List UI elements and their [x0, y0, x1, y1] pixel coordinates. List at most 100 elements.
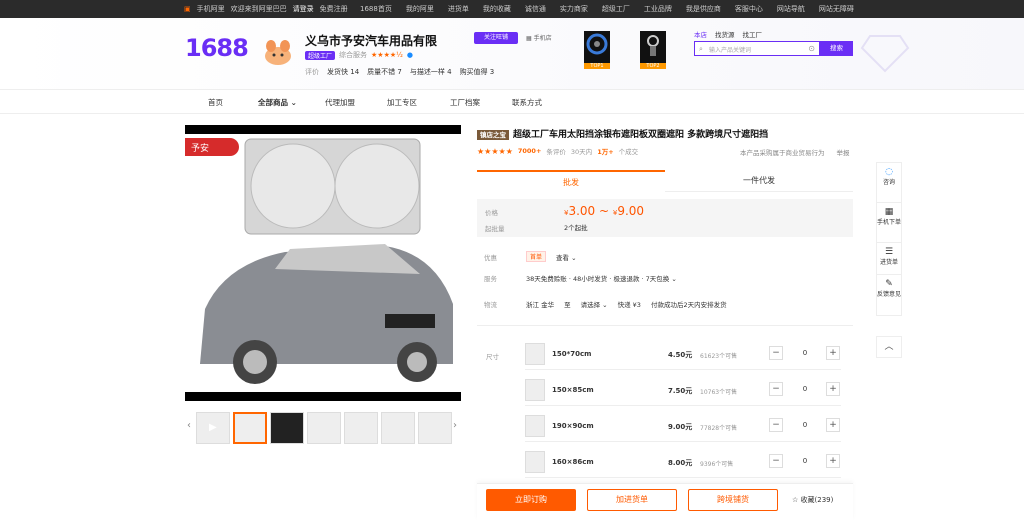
sku-stock: 77828个可售 — [700, 425, 738, 432]
tab-wholesale[interactable]: 批发 — [477, 170, 665, 192]
qty-plus-button[interactable]: + — [826, 382, 840, 396]
side-feedback[interactable]: ✎ 反馈意见 — [877, 275, 901, 315]
qty-input[interactable]: 0 — [787, 454, 823, 468]
site-logo[interactable]: 1688 — [185, 34, 249, 62]
qty-minus-button[interactable]: − — [769, 346, 783, 360]
add-to-cart-button[interactable]: 加进货单 — [587, 489, 677, 511]
order-now-button[interactable]: 立即订购 — [486, 489, 576, 511]
favorite-button[interactable]: ☆ 收藏(239) — [792, 495, 833, 505]
thumbnail-4[interactable] — [344, 412, 378, 444]
price-label: 价格 — [485, 209, 498, 217]
sku-thumbnail — [525, 343, 545, 365]
discount-view[interactable]: 查看 ⌄ — [556, 252, 577, 262]
qty-input[interactable]: 0 — [787, 382, 823, 396]
camera-icon[interactable]: ⊙ — [808, 44, 815, 53]
mobile-icon[interactable]: ▣ — [184, 5, 191, 13]
shop-stats: 评价 发货快 14 质量不错 7 与描述一样 4 购买值得 3 — [305, 67, 494, 77]
qty-minus-button[interactable]: − — [769, 382, 783, 396]
sku-name: 190×90cm — [552, 422, 594, 430]
chevron-right-icon[interactable]: › — [453, 420, 457, 431]
topbar-link-supplier[interactable]: 我是供应商 — [686, 4, 721, 14]
search-tab-factory[interactable]: 找工厂 — [743, 29, 763, 39]
topbar-link-trust[interactable]: 诚信通 — [525, 4, 546, 14]
follow-shop-button[interactable]: 关注旺铺 — [474, 32, 518, 44]
sku-row: 160×86cm 8.00元 9396个可售 − 0 + — [525, 448, 841, 478]
nav-home[interactable]: 首页 — [208, 97, 223, 108]
sku-name: 150×85cm — [552, 386, 594, 394]
register-link[interactable]: 免费注册 — [320, 4, 348, 14]
promo-tag-1: TOP1 — [584, 63, 610, 69]
search-tab-shop[interactable]: 本店 — [694, 29, 707, 39]
cross-border-button[interactable]: 跨境铺货 — [688, 489, 778, 511]
sku-thumbnail — [525, 379, 545, 401]
deal-period: 30天内 — [570, 148, 593, 156]
shop-avatar[interactable] — [262, 38, 294, 66]
topbar-link-industrial[interactable]: 工业品牌 — [644, 4, 672, 14]
nav-factory[interactable]: 工厂档案 — [450, 97, 480, 108]
service-value[interactable]: 38天免费赊账 · 48小时发货 · 极速退款 · 7天包换 ⌄ — [526, 273, 677, 283]
topbar-link-merchants[interactable]: 实力商家 — [560, 4, 588, 14]
side-mobile-order[interactable]: ▦ 手机下单 — [877, 203, 901, 243]
thumbnail-3[interactable] — [307, 412, 341, 444]
topbar-link-accessibility[interactable]: 网站无障碍 — [819, 4, 854, 14]
search-tab-source[interactable]: 找货源 — [715, 29, 735, 39]
moq-value: 2个起批 — [564, 224, 588, 232]
thumbnail-video[interactable]: ▶ — [196, 412, 230, 444]
shop-name[interactable]: 义乌市予安汽车用品有限 — [305, 32, 437, 49]
side-consult[interactable]: ◌ 咨询 — [877, 163, 901, 203]
nav-all-products[interactable]: 全部商品 ⌄ — [258, 97, 297, 108]
verified-icon: ● — [406, 51, 414, 59]
report-link[interactable]: 举报 — [837, 147, 850, 157]
ship-to-select[interactable]: 请选择 ⌄ — [581, 299, 608, 309]
review-label: 条评价 — [546, 148, 566, 156]
review-count[interactable]: 7000+ — [518, 147, 542, 155]
sku-label: 尺寸 — [486, 353, 499, 361]
ship-to-label: 至 — [564, 301, 571, 309]
search-input[interactable]: ⌕ 输入产品关键词 ⊙ — [694, 41, 820, 56]
topbar-link-super-factory[interactable]: 超级工厂 — [602, 4, 630, 14]
qty-minus-button[interactable]: − — [769, 418, 783, 432]
back-to-top-button[interactable]: ︿ — [876, 336, 902, 358]
sku-name: 160×86cm — [552, 458, 594, 466]
qty-input[interactable]: 0 — [787, 346, 823, 360]
thumbnail-6[interactable] — [418, 412, 452, 444]
product-stars: ★★★★★ — [477, 146, 513, 156]
topbar-link-favorites[interactable]: 我的收藏 — [483, 4, 511, 14]
nav-contact[interactable]: 联系方式 — [512, 97, 542, 108]
qty-input[interactable]: 0 — [787, 418, 823, 432]
topbar-link-home[interactable]: 1688首页 — [360, 4, 392, 14]
thumbnail-1[interactable] — [233, 412, 267, 444]
qty-plus-button[interactable]: + — [826, 454, 840, 468]
topbar-link-cart[interactable]: 进货单 — [448, 4, 469, 14]
thumbnail-2[interactable] — [270, 412, 304, 444]
qty-plus-button[interactable]: + — [826, 418, 840, 432]
thumbnail-5[interactable] — [381, 412, 415, 444]
tab-dropship[interactable]: 一件代发 — [665, 170, 853, 192]
side-cart[interactable]: ☰ 进货单 — [877, 243, 901, 275]
stat-worth-buying: 购买值得 3 — [459, 68, 495, 76]
nav-processing[interactable]: 加工专区 — [387, 97, 417, 108]
topbar-link-sitemap[interactable]: 网站导航 — [777, 4, 805, 14]
qty-minus-button[interactable]: − — [769, 454, 783, 468]
shop-header: 1688 义乌市予安汽车用品有限 超级工厂 综合服务 ★★★★½ ● 评价 发货… — [0, 18, 1024, 90]
mobile-link[interactable]: 手机阿里 — [197, 4, 225, 14]
nav-agency[interactable]: 代理加盟 — [325, 97, 355, 108]
divider — [477, 325, 853, 326]
promo-banner-2[interactable]: TOP2 — [640, 31, 666, 69]
mobile-shop-link[interactable]: ▦ 手机店 — [526, 33, 552, 42]
qr-code-icon: ▦ — [884, 207, 894, 217]
promo-tag-2: TOP2 — [640, 63, 666, 69]
search-button[interactable]: 搜索 — [820, 41, 853, 56]
ship-fee: 快递 ¥3 — [617, 301, 641, 309]
topbar-link-service[interactable]: 客服中心 — [735, 4, 763, 14]
price-box: 价格 起批量 ¥3.00 ~ ¥9.00 2个起批 — [477, 199, 853, 237]
sku-stock: 9396个可售 — [700, 461, 734, 468]
main-product-image[interactable] — [185, 125, 461, 401]
product-title: 镇店之宝 超级工厂车用太阳挡涂银布遮阳板双圈遮阳 多款跨境尺寸遮阳挡 — [477, 127, 857, 140]
chevron-left-icon[interactable]: ‹ — [187, 420, 191, 431]
topbar-link-my-ali[interactable]: 我的阿里 — [406, 4, 434, 14]
login-link[interactable]: 请登录 — [293, 4, 314, 14]
qty-plus-button[interactable]: + — [826, 346, 840, 360]
procurement-info: 本产品采购属于商业贸易行为 举报 — [740, 147, 850, 157]
promo-banner-1[interactable]: TOP1 — [584, 31, 610, 69]
